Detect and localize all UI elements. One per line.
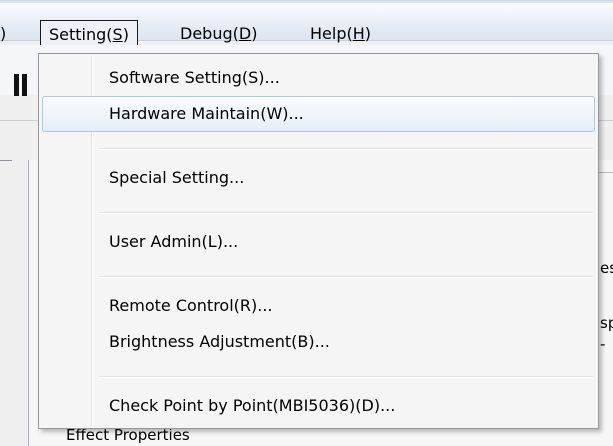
menu-item-user-admin[interactable]: User Admin(L)... xyxy=(42,224,595,260)
menu-debug-suffix: ) xyxy=(251,24,258,43)
toolbar-pause-icon-bar xyxy=(22,74,27,96)
menu-debug-prefix: Debug( xyxy=(180,24,239,43)
menu-debug[interactable]: Debug(D) xyxy=(180,20,257,48)
clipped-label-3: - xyxy=(600,335,606,353)
panel-tab-edge xyxy=(0,160,12,161)
menu-item-special-setting[interactable]: Special Setting... xyxy=(42,160,595,196)
menu-item-clipped[interactable]: ) xyxy=(0,20,6,48)
menu-setting-suffix: ) xyxy=(122,25,129,44)
menu-item-check-point-by-point[interactable]: Check Point by Point(MBI5036)(D)... xyxy=(42,388,595,424)
menu-setting-accelerator: S xyxy=(112,25,123,44)
menu-item-hardware-maintain[interactable]: Hardware Maintain(W)... xyxy=(42,96,595,132)
clipped-label-1: es xyxy=(600,259,613,277)
menu-separator xyxy=(99,376,593,378)
menu-debug-accelerator: D xyxy=(238,24,252,43)
menu-separator xyxy=(99,212,593,214)
clipped-label-2: sp xyxy=(600,314,613,332)
menu-separator xyxy=(99,148,593,150)
setting-dropdown-menu: Software Setting(S)... Hardware Maintain… xyxy=(38,53,599,429)
menu-help[interactable]: Help(H) xyxy=(310,20,371,48)
menu-item-software-setting[interactable]: Software Setting(S)... xyxy=(42,60,595,96)
menu-bar: ) Setting(S) Debug(D) Help(H) xyxy=(0,3,613,48)
toolbar-pause-icon[interactable] xyxy=(14,74,19,96)
menu-help-prefix: Help( xyxy=(310,24,353,43)
menu-setting-prefix: Setting( xyxy=(49,25,113,44)
menu-help-suffix: ) xyxy=(364,24,371,43)
app-window: ) Setting(S) Debug(D) Help(H) es sp - Ef… xyxy=(0,0,613,446)
menu-item-remote-control[interactable]: Remote Control(R)... xyxy=(42,288,595,324)
menu-separator xyxy=(99,276,593,278)
menu-help-accelerator: H xyxy=(352,24,365,43)
menu-item-brightness-adjustment[interactable]: Brightness Adjustment(B)... xyxy=(42,324,595,360)
menu-setting[interactable]: Setting(S) xyxy=(40,20,138,48)
